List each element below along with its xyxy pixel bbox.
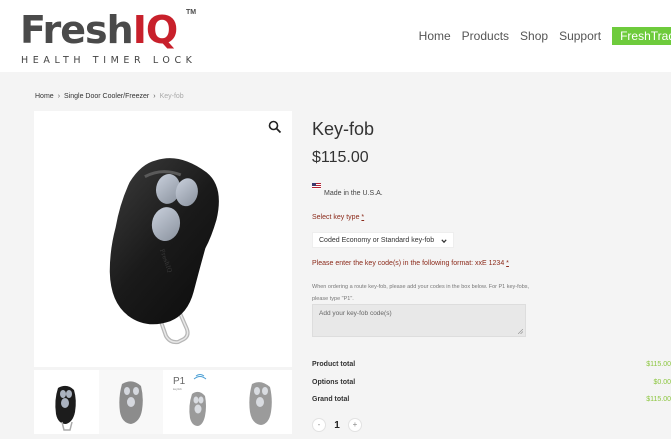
p1-sublabel: keyfob — [173, 387, 182, 391]
nav-support[interactable]: Support — [559, 29, 601, 43]
options-total-value: $0.00 — [653, 379, 671, 386]
key-codes-label-text: Please enter the key code(s) in the foll… — [312, 260, 505, 267]
thumbnail-4[interactable] — [227, 370, 292, 434]
product-total-value: $115.00 — [646, 361, 671, 368]
key-codes-textarea[interactable]: Add your key-fob code(s) — [312, 304, 526, 337]
key-codes-label: Please enter the key code(s) in the foll… — [312, 260, 509, 267]
quantity-value[interactable]: 1 — [326, 420, 348, 431]
us-flag-icon — [312, 183, 321, 189]
product-main-image[interactable]: FreshIQ — [34, 111, 292, 367]
breadcrumb: Home › Single Door Cooler/Freezer › Key-fob — [35, 93, 184, 100]
key-codes-help-text: When ordering a route key-fob, please ad… — [312, 284, 530, 302]
select-label-text: Select key type — [312, 214, 360, 221]
required-mark: * — [361, 214, 365, 221]
grand-total-label: Grand total — [312, 396, 350, 403]
required-mark: * — [506, 260, 509, 267]
keyfob-image: FreshIQ — [109, 158, 219, 345]
options-total-row: Options total $0.00 — [312, 379, 671, 391]
product-total-row: Product total $115.00 — [312, 361, 671, 373]
logo-wordmark: FreshIQ — [20, 8, 178, 52]
product-title: Key-fob — [312, 119, 375, 139]
grand-total-value: $115.00 — [646, 396, 671, 403]
breadcrumb-current: Key-fob — [159, 93, 184, 100]
breadcrumb-separator: › — [57, 93, 61, 100]
grand-total-row: Grand total $115.00 — [312, 396, 671, 408]
product-total-label: Product total — [312, 361, 356, 368]
quantity-minus-button[interactable]: - — [312, 418, 326, 432]
keyfob-thumb-icon: P1 keyfob — [173, 374, 207, 426]
logo-tagline: HEALTH TIMER LOCK — [21, 55, 197, 66]
product-price: $115.00 — [312, 149, 369, 166]
breadcrumb-category[interactable]: Single Door Cooler/Freezer — [64, 93, 149, 100]
breadcrumb-separator: › — [153, 93, 156, 100]
breadcrumb-home[interactable]: Home — [35, 93, 54, 100]
logo-fresh: Fresh — [20, 8, 134, 52]
options-total-label: Options total — [312, 379, 356, 386]
key-codes-placeholder: Add your key-fob code(s) — [319, 310, 392, 317]
quantity-plus-button[interactable]: + — [348, 418, 362, 432]
thumbnail-2[interactable] — [98, 370, 163, 434]
main-nav: Home Products Shop Support FreshTraq — [419, 27, 671, 45]
nav-products[interactable]: Products — [462, 29, 509, 43]
key-type-select[interactable]: Coded Economy or Standard key-fob — [312, 232, 454, 248]
made-in-usa-text: Made in the U.S.A. — [324, 190, 383, 197]
keyfob-thumb-icon — [248, 382, 272, 425]
site-header: FreshIQ TM HEALTH TIMER LOCK Home Produc… — [0, 0, 671, 72]
zoom-icon[interactable] — [268, 120, 282, 134]
logo-iq: IQ — [132, 8, 178, 52]
resize-handle-icon[interactable] — [518, 329, 523, 334]
keyfob-thumb-icon — [118, 381, 143, 424]
keyfob-thumb-icon — [55, 385, 76, 431]
product-thumbnails: P1 keyfob — [34, 370, 292, 434]
key-type-select-value: Coded Economy or Standard key-fob — [319, 237, 435, 244]
freshiq-logo[interactable]: FreshIQ TM HEALTH TIMER LOCK — [20, 8, 200, 68]
p1-label: P1 — [173, 376, 186, 387]
select-key-type-label: Select key type * — [312, 214, 364, 221]
nav-freshtraq-button[interactable]: FreshTraq — [612, 27, 671, 45]
quantity-stepper: - 1 + — [312, 417, 362, 433]
nav-shop[interactable]: Shop — [520, 29, 548, 43]
chevron-down-icon — [441, 239, 447, 244]
logo-trademark: TM — [186, 9, 197, 16]
thumbnail-3[interactable]: P1 keyfob — [163, 370, 228, 434]
nav-home[interactable]: Home — [419, 29, 451, 43]
thumbnail-1[interactable] — [34, 370, 99, 434]
